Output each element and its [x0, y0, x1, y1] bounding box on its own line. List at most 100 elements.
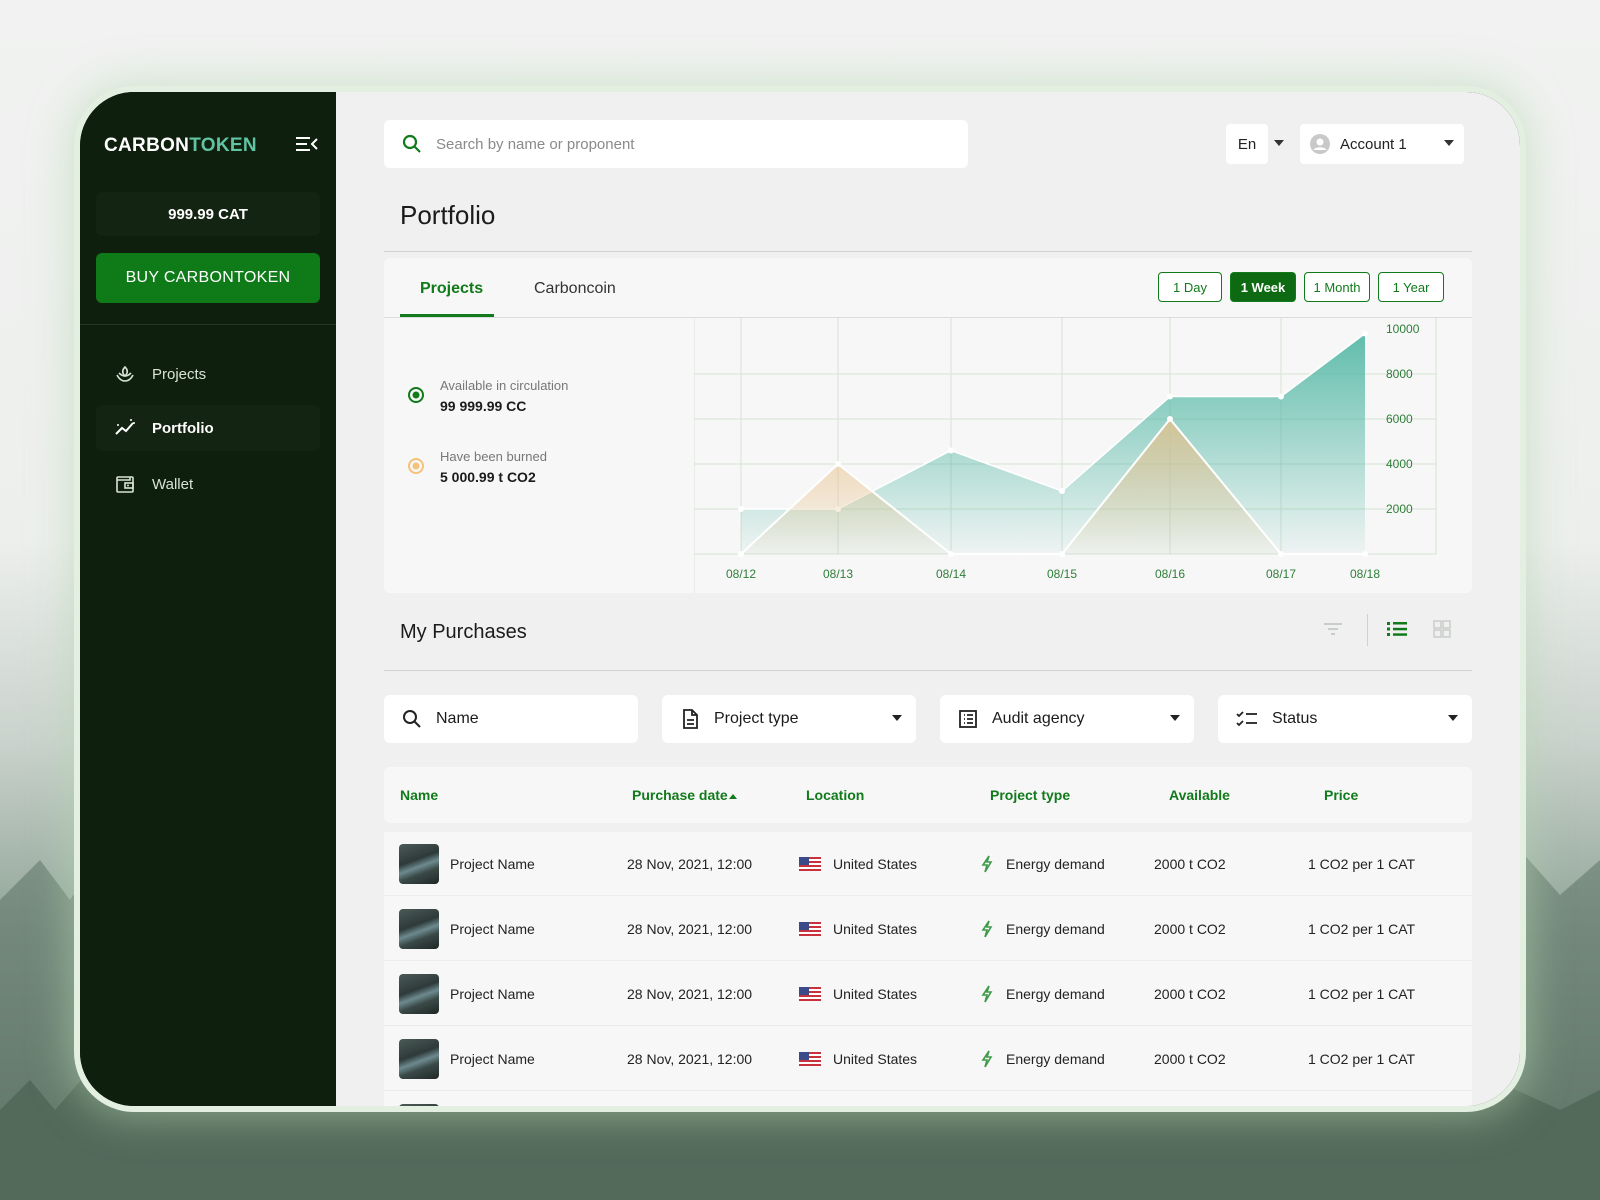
legend-label: Have been burned — [440, 449, 547, 464]
column-available[interactable]: Available — [1169, 787, 1230, 803]
table-row[interactable]: Project Name28 Nov, 2021, 12:00United St… — [384, 1092, 1472, 1106]
data-point[interactable] — [738, 551, 744, 557]
sidebar-item-projects[interactable]: Projects — [96, 351, 320, 397]
lightning-icon — [981, 985, 993, 1003]
filter-label: Status — [1272, 710, 1318, 727]
chevron-down-icon[interactable] — [1274, 140, 1284, 146]
radio-icon[interactable] — [408, 458, 424, 474]
price: 1 CO2 per 1 CAT — [1308, 986, 1416, 1002]
status-filter[interactable]: Status — [1218, 695, 1472, 743]
lightning-icon — [981, 855, 993, 873]
legend-burned[interactable]: Have been burned 5 000.99 t CO2 — [408, 449, 547, 485]
divider — [384, 670, 1472, 671]
data-point[interactable] — [1278, 393, 1284, 400]
sidebar-item-wallet[interactable]: Wallet — [96, 461, 320, 507]
us-flag-icon — [799, 857, 821, 871]
tab-carboncoin[interactable]: Carboncoin — [534, 280, 616, 298]
range-1-year[interactable]: 1 Year — [1378, 272, 1444, 302]
buy-carbontoken-button[interactable]: BUY CARBONTOKEN — [96, 253, 320, 303]
tab-projects[interactable]: Projects — [420, 280, 483, 298]
legend-available[interactable]: Available in circulation 99 999.99 CC — [408, 378, 568, 414]
menu-collapse-icon[interactable] — [296, 136, 318, 152]
column-location[interactable]: Location — [806, 787, 864, 803]
range-1-month[interactable]: 1 Month — [1304, 272, 1370, 302]
range-1-week[interactable]: 1 Week — [1230, 272, 1296, 302]
divider — [1367, 614, 1368, 646]
account-select[interactable]: Account 1 — [1300, 124, 1464, 164]
project-type: Energy demand — [1006, 921, 1105, 937]
available-amount: 2000 t CO2 — [1154, 1051, 1226, 1067]
brand-part2: TOKEN — [189, 135, 257, 156]
area-chart: 08/12 08/13 08/14 08/15 08/16 08/17 08/18 2000 4… — [694, 318, 1437, 593]
project-type: Energy demand — [1006, 986, 1105, 1002]
x-tick-label: 08/12 — [726, 567, 756, 581]
project-name[interactable]: Project Name — [450, 856, 535, 872]
x-tick-label: 08/16 — [1155, 567, 1185, 581]
data-point[interactable] — [1167, 393, 1173, 400]
search-input[interactable]: Search by name or proponent — [384, 120, 968, 168]
project-type-filter[interactable]: Project type — [662, 695, 916, 743]
purchase-date: 28 Nov, 2021, 12:00 — [627, 921, 753, 937]
search-icon — [403, 710, 421, 728]
data-point[interactable] — [948, 447, 954, 454]
data-point[interactable] — [1362, 551, 1368, 557]
column-price[interactable]: Price — [1324, 787, 1358, 803]
language-select[interactable]: En — [1226, 124, 1268, 164]
location: United States — [833, 986, 918, 1002]
column-name[interactable]: Name — [400, 787, 438, 803]
project-name[interactable]: Project Name — [450, 986, 535, 1002]
project-name[interactable]: Project Name — [450, 921, 535, 937]
data-point[interactable] — [1059, 488, 1065, 494]
filter-icon[interactable] — [1322, 620, 1344, 638]
column-purchase-date[interactable]: Purchase date — [632, 787, 737, 803]
data-point[interactable] — [1362, 330, 1368, 337]
data-point[interactable] — [948, 551, 954, 557]
divider — [384, 251, 1472, 252]
radio-selected-icon[interactable] — [408, 387, 424, 403]
document-icon — [683, 709, 698, 729]
section-title: My Purchases — [400, 621, 527, 643]
column-project-type[interactable]: Project type — [990, 787, 1070, 803]
x-tick-label: 08/14 — [936, 567, 966, 581]
column-label: Purchase date — [632, 787, 728, 803]
name-filter-input[interactable]: Name — [384, 695, 638, 743]
legend-value: 5 000.99 t CO2 — [440, 469, 536, 485]
project-thumbnail — [399, 974, 439, 1014]
search-icon — [402, 134, 421, 153]
sidebar-item-portfolio[interactable]: Portfolio — [96, 405, 320, 451]
location: United States — [833, 1051, 918, 1067]
list-view-icon[interactable] — [1386, 620, 1408, 638]
table-row[interactable]: Project Name 28 Nov, 2021, 12:00 United St… — [384, 962, 1472, 1026]
sidebar-item-label: Portfolio — [152, 419, 214, 437]
range-1-day[interactable]: 1 Day — [1158, 272, 1222, 302]
sprout-icon — [116, 365, 134, 382]
table-row[interactable]: Project Name28 Nov, 2021, 12:00United St… — [384, 1027, 1472, 1091]
table-row[interactable]: Project Name28 Nov, 2021, 12:00United St… — [384, 832, 1472, 896]
data-point[interactable] — [835, 461, 841, 467]
brand-logo[interactable]: CARBONTOKEN — [104, 135, 257, 157]
checklist-icon — [1236, 711, 1257, 727]
chevron-down-icon — [1448, 715, 1458, 721]
audit-agency-filter[interactable]: Audit agency — [940, 695, 1194, 743]
data-point[interactable] — [738, 506, 744, 512]
data-point[interactable] — [1278, 551, 1284, 557]
location: United States — [833, 856, 918, 872]
project-thumbnail — [399, 909, 439, 949]
legend-label: Available in circulation — [440, 378, 569, 393]
portfolio-chart-card: Projects Carboncoin 1 Day 1 Week 1 Month… — [384, 258, 1472, 593]
available-amount: 2000 t CO2 — [1154, 921, 1226, 937]
chevron-down-icon — [1170, 715, 1180, 721]
trend-icon — [115, 419, 135, 435]
project-name[interactable]: Project Name — [450, 1051, 535, 1067]
x-tick-label: 08/17 — [1266, 567, 1296, 581]
project-type: Energy demand — [1006, 1051, 1105, 1067]
main-content: Search by name or proponent En Account 1… — [336, 92, 1520, 1106]
y-tick-label: 6000 — [1386, 412, 1413, 426]
data-point[interactable] — [1167, 416, 1173, 422]
data-point[interactable] — [1059, 551, 1065, 557]
grid-view-icon[interactable] — [1432, 620, 1452, 638]
table-row[interactable]: Project Name28 Nov, 2021, 12:00United St… — [384, 897, 1472, 961]
sidebar: CARBONTOKEN 999.99 CAT BUY CARBONTOKEN P… — [80, 92, 336, 1106]
x-tick-label: 08/18 — [1350, 567, 1380, 581]
purchase-date: 28 Nov, 2021, 12:00 — [627, 986, 753, 1002]
